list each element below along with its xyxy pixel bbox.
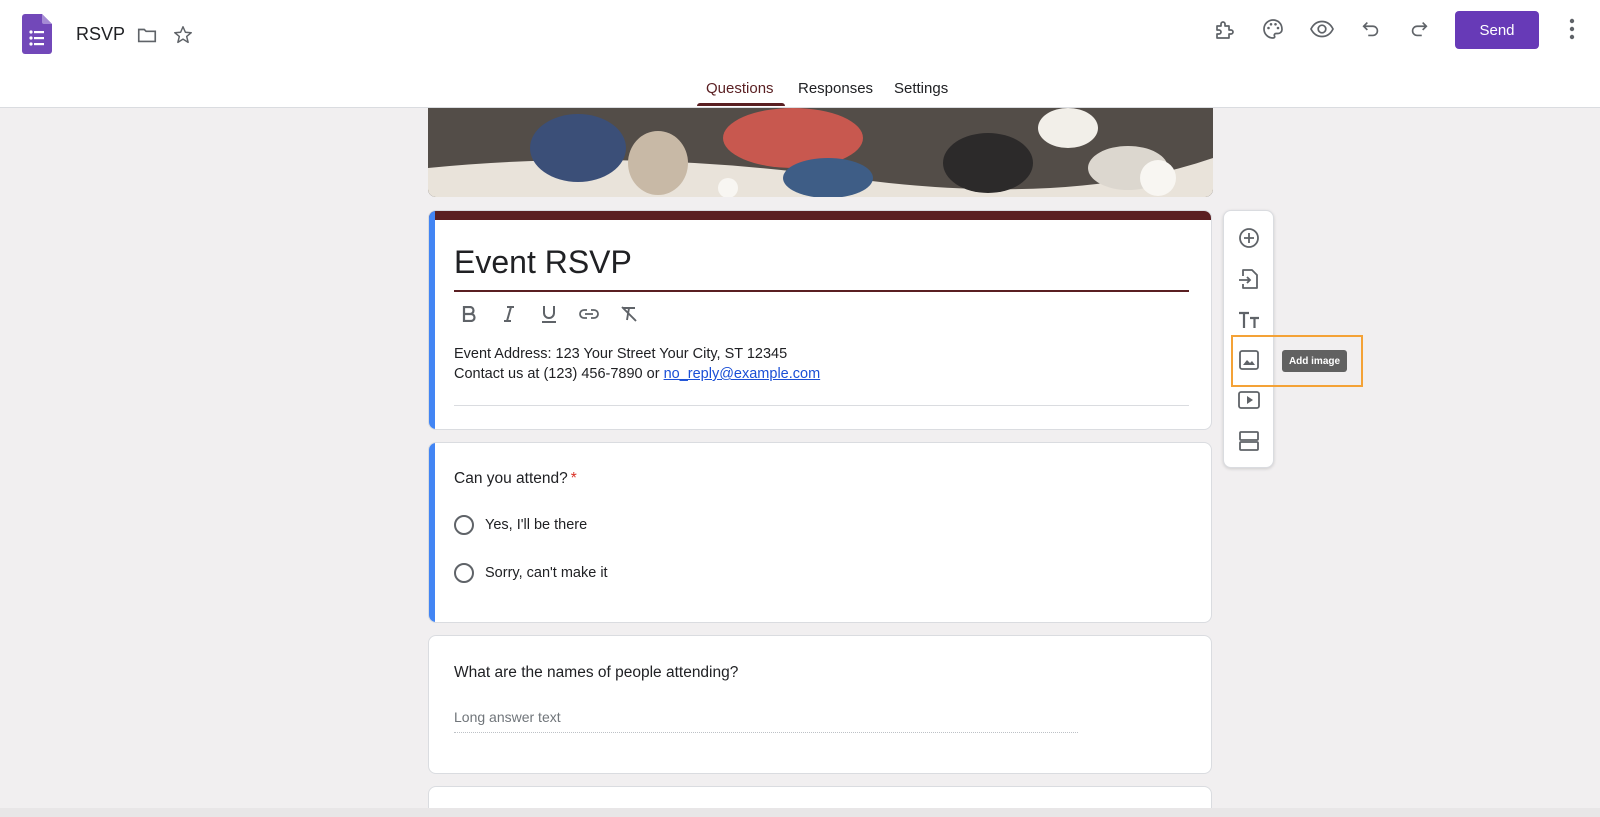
active-tab-indicator: [697, 103, 785, 106]
star-icon[interactable]: [163, 15, 203, 55]
preview-eye-icon[interactable]: [1302, 9, 1342, 49]
form-title-card: Event RSVP Event Address: 123 Your Stree…: [428, 210, 1212, 430]
bold-icon[interactable]: [454, 299, 484, 329]
description-address: Event Address: 123 Your Street Your City…: [454, 346, 788, 362]
option-label: Sorry, can't make it: [485, 565, 608, 581]
folder-icon[interactable]: [127, 15, 167, 55]
active-card-indicator: [429, 211, 435, 429]
radio-button[interactable]: [454, 563, 474, 583]
description-underline: [454, 405, 1189, 406]
underline-icon[interactable]: [534, 299, 564, 329]
document-title[interactable]: RSVP: [76, 24, 125, 45]
top-bar: RSVP Send Questions Responses Settings: [0, 0, 1600, 108]
forms-logo-icon[interactable]: [22, 14, 52, 54]
active-card-indicator: [429, 443, 435, 622]
radio-button[interactable]: [454, 515, 474, 535]
option-label: Yes, I'll be there: [485, 517, 588, 533]
palette-icon[interactable]: [1253, 9, 1293, 49]
contact-email-link[interactable]: no_reply@example.com: [664, 366, 821, 382]
question-title: Can you attend? *: [454, 470, 577, 488]
add-question-icon[interactable]: [1230, 219, 1268, 257]
theme-color-bar: [429, 211, 1211, 220]
bottom-edge: [0, 808, 1600, 817]
more-vert-icon[interactable]: [1552, 9, 1592, 49]
tab-questions[interactable]: Questions: [706, 80, 774, 97]
radio-option-no[interactable]: Sorry, can't make it: [454, 563, 608, 583]
addon-puzzle-icon[interactable]: [1205, 9, 1245, 49]
question-card-names[interactable]: What are the names of people attending? …: [428, 635, 1212, 774]
question-text: Can you attend?: [454, 470, 568, 487]
title-underline: [454, 290, 1189, 292]
import-questions-icon[interactable]: [1230, 260, 1268, 298]
radio-option-yes[interactable]: Yes, I'll be there: [454, 515, 587, 535]
tab-settings[interactable]: Settings: [894, 80, 948, 97]
long-answer-placeholder: Long answer text: [454, 709, 561, 725]
form-title-input[interactable]: Event RSVP: [454, 244, 632, 281]
question-card-attend[interactable]: Can you attend? * Yes, I'll be there Sorr…: [428, 442, 1212, 623]
italic-icon[interactable]: [494, 299, 524, 329]
tab-responses[interactable]: Responses: [798, 80, 873, 97]
undo-icon[interactable]: [1351, 9, 1391, 49]
clear-format-icon[interactable]: [614, 299, 644, 329]
add-image-tooltip: Add image: [1282, 350, 1347, 372]
required-asterisk: *: [570, 470, 577, 487]
send-button[interactable]: Send: [1455, 11, 1539, 49]
description-contact: Contact us at (123) 456-7890 or no_reply…: [454, 364, 820, 384]
question-text: What are the names of people attending?: [454, 664, 739, 681]
form-description[interactable]: Event Address: 123 Your Street Your City…: [454, 344, 820, 384]
header-banner-image: [428, 108, 1213, 197]
description-contact-text: Contact us at (123) 456-7890 or: [454, 366, 664, 382]
link-icon[interactable]: [574, 299, 604, 329]
redo-icon[interactable]: [1399, 9, 1439, 49]
tab-bar: Questions Responses Settings: [0, 72, 1600, 108]
add-title-icon[interactable]: [1230, 301, 1268, 339]
add-section-icon[interactable]: [1230, 422, 1268, 460]
long-answer-underline: [454, 732, 1078, 733]
